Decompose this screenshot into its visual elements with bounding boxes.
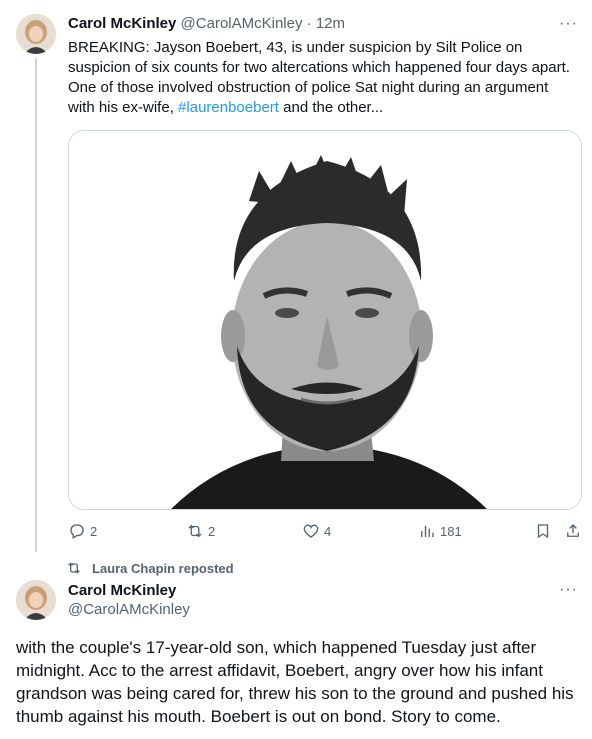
tweet-header: Carol McKinley @CarolAMcKinley · 12m (68, 14, 345, 34)
share-button[interactable] (564, 522, 582, 540)
share-icon (567, 524, 579, 537)
tweet-timestamp[interactable]: 12m (316, 15, 345, 32)
repost-button[interactable]: 2 (186, 522, 215, 540)
author-handle[interactable]: @CarolAMcKinley (68, 600, 190, 620)
views-button[interactable]: 181 (418, 522, 462, 540)
tweet-text: BREAKING: Jayson Boebert, 43, is under s… (68, 38, 578, 118)
author-handle[interactable]: @CarolAMcKinley (181, 15, 303, 32)
like-icon (303, 524, 319, 538)
author-avatar[interactable] (16, 580, 56, 620)
thread-connector (35, 58, 37, 552)
more-icon[interactable]: ··· (559, 580, 578, 600)
reply-count: 2 (90, 523, 98, 539)
repost-count: 2 (208, 523, 216, 539)
more-icon[interactable]: ··· (559, 14, 578, 34)
mugshot-photo (69, 131, 581, 509)
repost-banner[interactable]: Laura Chapin reposted (68, 560, 234, 576)
tweet-media-image[interactable] (68, 130, 582, 510)
like-button[interactable]: 4 (302, 522, 331, 540)
bookmark-button[interactable] (534, 522, 552, 540)
bookmark-icon (537, 524, 549, 539)
views-count: 181 (440, 523, 462, 539)
reply-button[interactable]: 2 (68, 522, 97, 540)
reply-icon (70, 524, 84, 539)
like-count: 4 (324, 523, 332, 539)
reply-tweet-text: with the couple's 17-year-old son, which… (16, 638, 574, 726)
tweet-action-bar: 2 2 4 181 (68, 522, 582, 542)
repost-icon (188, 524, 202, 538)
views-icon (421, 525, 434, 537)
author-name[interactable]: Carol McKinley (68, 15, 176, 32)
author-name[interactable]: Carol McKinley (68, 581, 176, 601)
repost-banner-text: Laura Chapin reposted (92, 560, 234, 576)
tweet-text-part: and the other... (278, 99, 384, 116)
author-avatar[interactable] (16, 14, 56, 54)
tweet-card[interactable]: Carol McKinley @CarolAMcKinley · 12m ···… (0, 0, 592, 556)
separator-dot: · (306, 15, 312, 32)
repost-icon (68, 562, 80, 574)
hashtag-link[interactable]: #laurenboebert (178, 99, 279, 116)
